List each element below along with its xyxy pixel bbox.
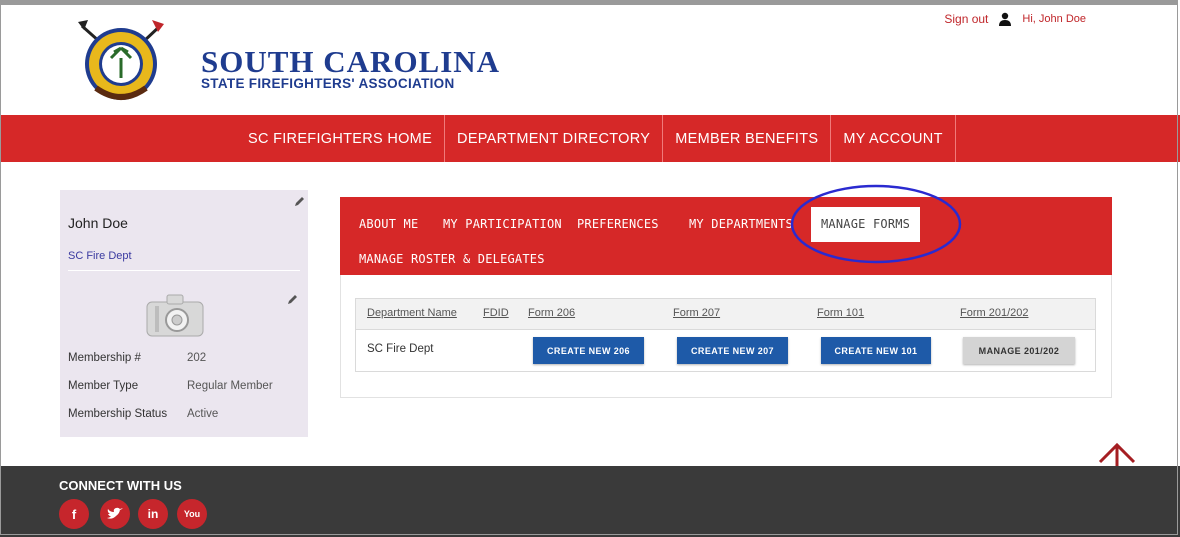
twitter-bird-icon [107,507,123,519]
membership-number-row: Membership # 202 [68,352,206,364]
connect-heading: CONNECT WITH US [59,478,182,493]
brand-title: SOUTH CAROLINA [201,44,501,79]
user-greeting[interactable]: Hi, John Doe [1022,13,1086,25]
tab-about-me[interactable]: ABOUT ME [359,217,418,231]
member-type-label: Member Type [68,380,139,392]
profile-card: John Doe SC Fire Dept Membership # 202 M… [60,190,308,437]
nav-item-department-directory[interactable]: DEPARTMENT DIRECTORY [445,115,664,162]
site-header: SOUTH CAROLINA STATE FIREFIGHTERS' ASSOC… [0,0,1180,115]
linkedin-icon[interactable]: in [138,499,168,529]
profile-name: John Doe [68,215,128,231]
twitter-icon[interactable] [100,499,130,529]
membership-status-label: Membership Status [68,408,168,420]
tab-manage-roster-delegates[interactable]: MANAGE ROSTER & DELEGATES [359,252,545,266]
membership-number-value: 202 [187,352,207,364]
tab-my-departments[interactable]: MY DEPARTMENTS [689,217,793,231]
brand-wordmark[interactable]: SOUTH CAROLINA STATE FIREFIGHTERS' ASSOC… [201,44,501,92]
youtube-icon[interactable]: You [177,499,207,529]
site-footer: CONNECT WITH US f in You [0,466,1180,537]
membership-status-row: Membership Status Active [68,408,218,420]
association-seal-logo[interactable] [78,18,164,104]
member-type-row: Member Type Regular Member [68,380,273,392]
column-header-fdid[interactable]: FDID [483,307,509,319]
column-header-form-206[interactable]: Form 206 [528,307,575,319]
nav-item-sc-firefighters-home[interactable]: SC FIREFIGHTERS HOME [236,115,446,162]
account-tabs: ABOUT ME MY PARTICIPATION PREFERENCES MY… [340,197,1112,275]
tab-preferences[interactable]: PREFERENCES [577,217,659,231]
manage-201-202-button[interactable]: MANAGE 201/202 [963,337,1075,364]
account-links: Sign out Hi, John Doe [944,12,1086,26]
edit-photo-pencil-icon[interactable] [286,294,298,306]
create-new-207-button[interactable]: CREATE NEW 207 [677,337,788,364]
facebook-icon[interactable]: f [59,499,89,529]
column-header-form-207[interactable]: Form 207 [673,307,720,319]
tab-my-participation[interactable]: MY PARTICIPATION [443,217,562,231]
highlight-annotation-oval [790,184,962,264]
column-header-form-101[interactable]: Form 101 [817,307,864,319]
nav-item-my-account[interactable]: MY ACCOUNT [831,115,956,162]
sign-out-link[interactable]: Sign out [944,12,988,26]
membership-status-value: Active [187,408,219,420]
nav-item-member-benefits[interactable]: MEMBER BENEFITS [663,115,832,162]
user-icon [999,12,1012,26]
column-header-form-201-202[interactable]: Form 201/202 [960,307,1028,319]
camera-placeholder-icon[interactable] [145,290,205,338]
create-new-101-button[interactable]: CREATE NEW 101 [821,337,931,364]
membership-number-label: Membership # [68,352,141,364]
profile-department-link[interactable]: SC Fire Dept [68,250,132,262]
profile-divider [68,270,300,271]
edit-name-pencil-icon[interactable] [293,196,305,208]
table-cell-department: SC Fire Dept [367,343,434,355]
member-type-value: Regular Member [187,380,273,392]
create-new-206-button[interactable]: CREATE NEW 206 [533,337,644,364]
main-navigation: SC FIREFIGHTERS HOME DEPARTMENT DIRECTOR… [0,115,1180,162]
column-header-department-name[interactable]: Department Name [367,307,457,319]
